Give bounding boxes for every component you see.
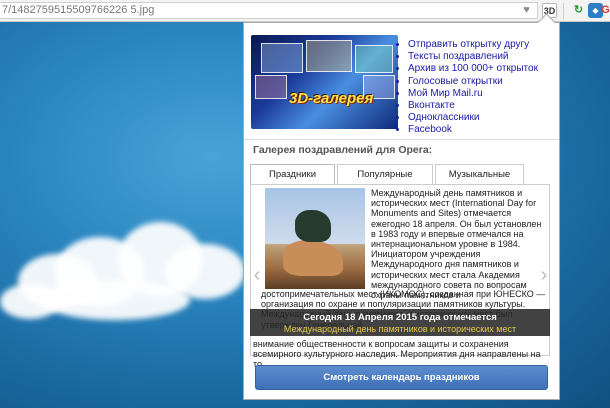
banner-frame: [255, 75, 287, 99]
next-arrow-icon[interactable]: ›: [539, 260, 549, 290]
calendar-button[interactable]: Смотреть календарь праздников: [255, 365, 548, 390]
address-bar[interactable]: 7/1482759515509766226 5.jpg: [0, 2, 538, 19]
link-item: Мой Мир Mail.ru: [408, 88, 538, 100]
heart-icon[interactable]: ♥: [519, 3, 534, 18]
tab-holidays-today[interactable]: Праздники сегодня: [250, 164, 335, 199]
extension-popup: 3D-галерея Отправить открытку другу Текс…: [243, 13, 560, 400]
share-links-list: Отправить открытку другу Тексты поздравл…: [393, 39, 538, 137]
link-item: Тексты поздравлений: [408, 51, 538, 63]
monument-photo: [265, 188, 365, 289]
vkontakte-link[interactable]: Вконтакте: [408, 100, 455, 111]
cloud: [0, 284, 60, 319]
facebook-link[interactable]: Facebook: [408, 124, 452, 135]
caption-title: Сегодня 18 Апреля 2015 года отмечается: [303, 312, 497, 323]
send-card-link[interactable]: Отправить открытку другу: [408, 39, 529, 50]
tab-popular-cards[interactable]: Популярные открытки: [337, 164, 433, 199]
my-world-link[interactable]: Мой Мир Mail.ru: [408, 88, 483, 99]
gallery-title: Галерея поздравлений для Opera:: [253, 144, 433, 156]
link-item: Одноклассники: [408, 112, 538, 124]
banner-title: 3D-галерея: [289, 90, 374, 107]
link-item: Отправить открытку другу: [408, 39, 538, 51]
reload-icon[interactable]: ↻: [571, 3, 586, 18]
link-item: Вконтакте: [408, 100, 538, 112]
article-text: Международный день памятников и историче…: [371, 188, 542, 301]
browser-toolbar: 7/1482759515509766226 5.jpg ♥ 3D ↻ ◆ G: [0, 0, 610, 22]
statue: [295, 210, 331, 242]
link-item: Facebook: [408, 124, 538, 136]
extension-icon[interactable]: G: [598, 3, 610, 18]
toolbar-divider: [563, 3, 564, 19]
voice-cards-link[interactable]: Голосовые открытки: [408, 76, 503, 87]
url-text: 7/1482759515509766226 5.jpg: [2, 4, 155, 16]
holiday-caption: Сегодня 18 Апреля 2015 года отмечается М…: [250, 309, 550, 336]
greeting-texts-link[interactable]: Тексты поздравлений: [408, 51, 509, 62]
caption-subtitle: Международный день памятников и историче…: [283, 324, 517, 334]
archive-link[interactable]: Архив из 100 000+ открыток: [408, 63, 538, 74]
banner-frame: [306, 40, 352, 72]
banner-frame: [355, 45, 393, 73]
link-item: Архив из 100 000+ открыток: [408, 63, 538, 75]
pedestal-rock: [283, 240, 343, 276]
odnoklassniki-link[interactable]: Одноклассники: [408, 112, 479, 123]
tab-music-tracks[interactable]: Музыкальные треки: [435, 164, 524, 199]
link-item: Голосовые открытки: [408, 76, 538, 88]
divider: [244, 139, 559, 140]
banner-frame: [261, 43, 303, 73]
gallery-banner[interactable]: 3D-галерея: [251, 35, 398, 129]
cloud: [40, 280, 190, 320]
prev-arrow-icon[interactable]: ‹: [252, 260, 262, 290]
